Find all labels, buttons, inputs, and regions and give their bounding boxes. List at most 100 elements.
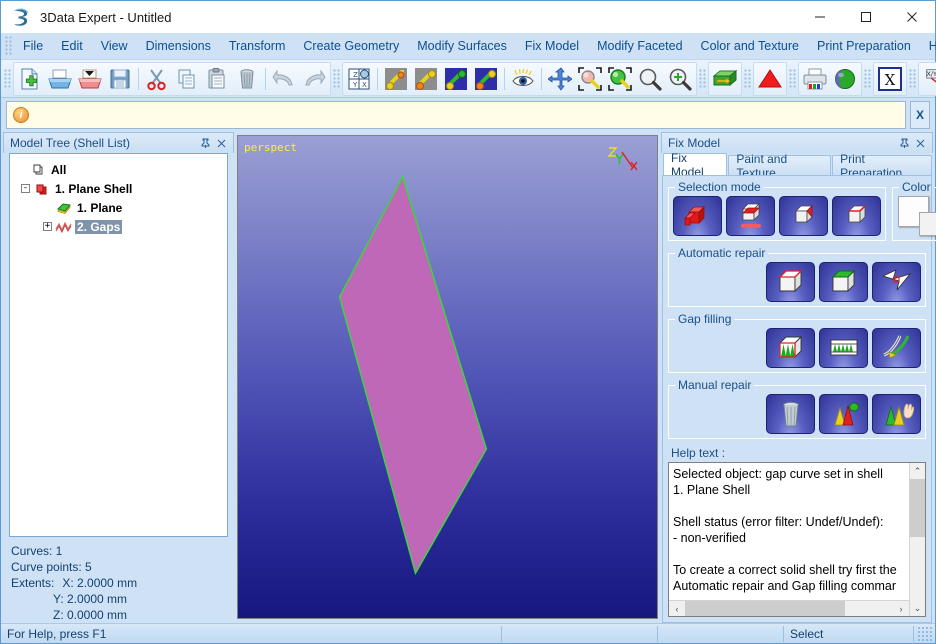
toolbar-grip-handle-7[interactable] (909, 68, 916, 89)
new-document-icon[interactable] (15, 64, 45, 94)
model-tree-view[interactable]: All - 1. Plane Shell 1. Plane + 2. Gaps (9, 153, 228, 537)
menu-view[interactable]: View (92, 35, 137, 57)
select-facet-mode-icon[interactable] (779, 196, 828, 236)
coordinates-xyz-icon[interactable]: X/Y/Z (920, 64, 936, 94)
auto-repair-flip-icon[interactable] (872, 262, 921, 302)
open-document-icon[interactable] (45, 64, 75, 94)
close-x-icon[interactable]: X (875, 64, 905, 94)
delete-trash-icon[interactable] (232, 64, 262, 94)
tree-expander-collapse[interactable]: - (18, 179, 33, 198)
pan-move-icon[interactable] (545, 64, 575, 94)
menu-help[interactable]: Help (920, 35, 936, 57)
tree-node-plane-shell[interactable]: - 1. Plane Shell (14, 179, 223, 198)
print-icon[interactable] (800, 64, 830, 94)
scroll-up-button[interactable]: ⌃ (910, 463, 925, 479)
manual-add-facet-icon[interactable] (819, 394, 868, 434)
visibility-eye-icon[interactable] (508, 64, 538, 94)
menu-transform[interactable]: Transform (220, 35, 295, 57)
zoom-in-icon[interactable] (665, 64, 695, 94)
close-icon[interactable] (912, 135, 928, 151)
view-axes-zyx-icon[interactable]: Z Y X (344, 64, 374, 94)
close-icon[interactable] (213, 135, 229, 151)
toolbar-grip-handle-1[interactable] (4, 68, 11, 89)
selection-mode-legend: Selection mode (678, 180, 761, 194)
extrude-solid-icon[interactable] (710, 64, 740, 94)
scroll-right-button[interactable]: › (893, 601, 909, 616)
toolbar-group-view: Z Y X (342, 61, 697, 96)
menu-modify-surfaces[interactable]: Modify Surfaces (408, 35, 516, 57)
scroll-down-button[interactable]: ⌄ (910, 600, 925, 616)
menu-create-geometry[interactable]: Create Geometry (294, 35, 408, 57)
menu-fix-model[interactable]: Fix Model (516, 35, 588, 57)
gap-fill-curve-icon[interactable] (872, 328, 921, 368)
cut-scissors-icon[interactable] (142, 64, 172, 94)
paste-icon[interactable] (202, 64, 232, 94)
toolbar-grip-handle-3[interactable] (699, 68, 706, 89)
menu-print-preparation[interactable]: Print Preparation (808, 35, 920, 57)
copy-icon[interactable] (172, 64, 202, 94)
toolbar-grip-handle-4[interactable] (744, 68, 751, 89)
redo-icon[interactable] (299, 64, 329, 94)
3d-viewport[interactable]: perspect (237, 135, 658, 619)
menu-dimensions[interactable]: Dimensions (137, 35, 220, 57)
help-vertical-scrollbar[interactable]: ⌃ ⌄ (909, 463, 925, 616)
select-surface-mode-icon[interactable] (726, 196, 775, 236)
maximize-button[interactable] (843, 1, 889, 33)
pin-icon[interactable] (896, 135, 912, 151)
menu-edit[interactable]: Edit (52, 35, 92, 57)
toolbar-grip-handle-2[interactable] (333, 68, 340, 89)
tab-fix-model[interactable]: Fix Model (663, 151, 728, 179)
select-shell-mode-icon[interactable] (673, 196, 722, 236)
auto-repair-shell-icon[interactable] (766, 262, 815, 302)
tab-paint-and-texture[interactable]: Paint and Texture (728, 152, 832, 180)
manual-move-facet-icon[interactable] (872, 394, 921, 434)
toolbar-separator (504, 67, 505, 90)
toolbar-group-print (798, 61, 862, 96)
manual-delete-icon[interactable] (766, 394, 815, 434)
auto-repair-normals-icon[interactable] (819, 262, 868, 302)
close-button[interactable] (889, 1, 935, 33)
menu-file[interactable]: File (14, 35, 52, 57)
import-document-icon[interactable] (75, 64, 105, 94)
scroll-left-button[interactable]: ‹ (669, 601, 685, 616)
toolbar-grip-handle-6[interactable] (864, 68, 871, 89)
menu-grip-handle[interactable] (5, 36, 12, 56)
zoom-fit-icon[interactable] (605, 64, 635, 94)
undo-icon[interactable] (269, 64, 299, 94)
viewport-container: perspect (234, 132, 661, 623)
vertical-scroll-thumb[interactable] (910, 479, 925, 537)
zoom-out-icon[interactable] (635, 64, 665, 94)
toolbar-grip-handle-5[interactable] (789, 68, 796, 89)
sphere-color-icon[interactable] (830, 64, 860, 94)
resize-grip[interactable] (918, 626, 932, 641)
menu-modify-faceted[interactable]: Modify Faceted (588, 35, 691, 57)
extent-x: X: 2.0000 mm (62, 576, 138, 590)
hidden-line-view-icon[interactable] (411, 64, 441, 94)
zoom-window-icon[interactable] (575, 64, 605, 94)
wireframe-view-icon[interactable] (381, 64, 411, 94)
horizontal-scroll-track[interactable] (845, 601, 893, 616)
save-icon[interactable] (105, 64, 135, 94)
tree-expander-expand[interactable]: + (40, 217, 55, 236)
tab-print-preparation[interactable]: Print Preparation (832, 152, 932, 180)
tree-node-all[interactable]: All (14, 160, 223, 179)
background-color-swatch[interactable] (919, 212, 936, 236)
menu-color-and-texture[interactable]: Color and Texture (692, 35, 808, 57)
plane-quad-shape[interactable] (238, 136, 657, 618)
pin-icon[interactable] (197, 135, 213, 151)
tree-node-gaps[interactable]: + 2. Gaps (14, 217, 223, 236)
minimize-button[interactable] (797, 1, 843, 33)
info-close-button[interactable]: X (910, 101, 930, 129)
gap-fill-solid-icon[interactable] (766, 328, 815, 368)
horizontal-scroll-thumb[interactable] (685, 601, 845, 616)
triangle-mesh-icon[interactable] (755, 64, 785, 94)
shaded-view-icon[interactable] (441, 64, 471, 94)
shaded-edges-view-icon[interactable] (471, 64, 501, 94)
help-horizontal-scrollbar[interactable]: ‹ › (669, 600, 909, 616)
vertical-scroll-track[interactable] (910, 537, 925, 600)
select-edge-mode-icon[interactable] (832, 196, 881, 236)
tree-node-plane[interactable]: 1. Plane (14, 198, 223, 217)
gap-fill-strip-icon[interactable] (819, 328, 868, 368)
fix-model-content: Selection mode Color Automatic repair Ga… (662, 175, 936, 623)
main-toolbar: Z Y X X X/ (1, 60, 936, 98)
